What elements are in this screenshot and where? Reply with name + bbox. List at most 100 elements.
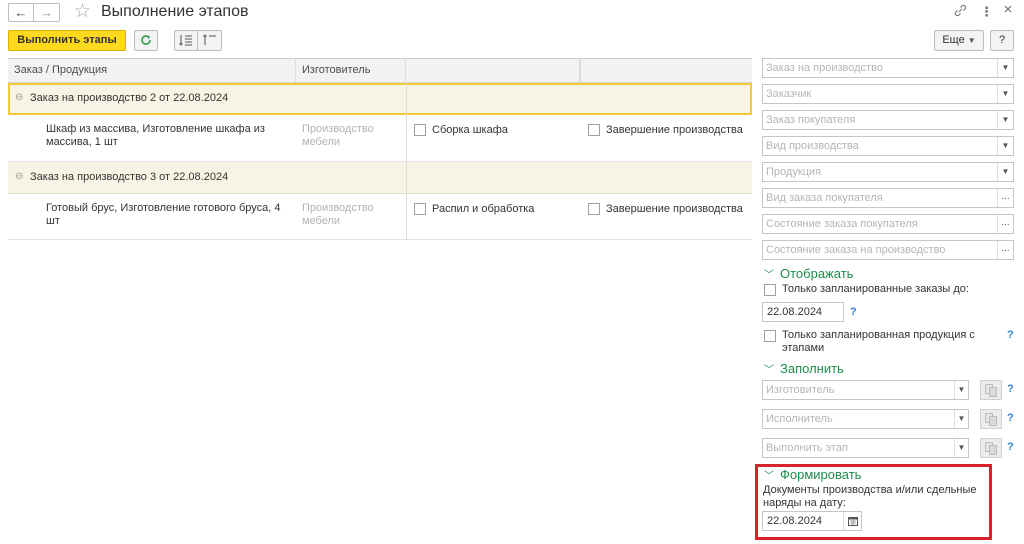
- product-cell: Готовый брус, Изготовление готового брус…: [46, 202, 281, 227]
- close-icon[interactable]: ×: [1002, 2, 1014, 18]
- only-planned-orders-checkbox[interactable]: [764, 284, 776, 296]
- title-bar: ← → ☆ Выполнение этапов ⋮ ×: [0, 0, 1024, 26]
- stage-label: Завершение производства: [606, 124, 743, 136]
- expand-list-icon: [179, 35, 192, 46]
- production-order-state-filter-placeholder: Состояние заказа на производство: [766, 244, 946, 256]
- fill-stage-field[interactable]: Выполнить этап ▼: [762, 438, 969, 458]
- only-planned-products-checkbox[interactable]: [764, 330, 776, 342]
- fill-executor-placeholder: Исполнитель: [766, 413, 833, 425]
- copy-icon-page: [989, 416, 997, 426]
- help-icon[interactable]: ?: [1007, 329, 1014, 341]
- stage-checkbox[interactable]: [414, 124, 426, 136]
- collapse-icon[interactable]: ⊖: [15, 171, 23, 182]
- stage-label: Завершение производства: [606, 203, 743, 215]
- fill-stage-button[interactable]: [980, 438, 1002, 458]
- product-filter-placeholder: Продукция: [766, 166, 822, 178]
- dropdown-arrow-icon[interactable]: ▼: [997, 85, 1013, 103]
- table-row[interactable]: Шкаф из массива, Изготовление шкафа из м…: [8, 115, 752, 162]
- customer-order-type-filter-placeholder: Вид заказа покупателя: [766, 192, 883, 204]
- ellipsis-icon[interactable]: ...: [997, 215, 1013, 233]
- highlight-frame: [755, 464, 992, 540]
- favorite-star-icon[interactable]: ☆: [74, 1, 91, 23]
- only-planned-products-option[interactable]: Только запланированная продукция с этапа…: [764, 329, 984, 355]
- expand-all-button[interactable]: [174, 30, 198, 51]
- stage-cell[interactable]: Сборка шкафа: [414, 124, 508, 136]
- customer-order-state-filter-placeholder: Состояние заказа покупателя: [766, 218, 918, 230]
- only-planned-orders-option[interactable]: Только запланированные заказы до:: [764, 283, 1016, 296]
- dropdown-arrow-icon: ▼: [967, 36, 976, 45]
- run-stages-button[interactable]: Выполнить этапы: [8, 30, 126, 51]
- product-filter[interactable]: Продукция ▼: [762, 162, 1014, 182]
- customer-order-filter[interactable]: Заказ покупателя ▼: [762, 110, 1014, 130]
- display-section-title: Отображать: [780, 266, 854, 281]
- customer-order-type-filter[interactable]: Вид заказа покупателя...: [762, 188, 1014, 208]
- customer-filter[interactable]: Заказчик ▼: [762, 84, 1014, 104]
- order-filter[interactable]: Заказ на производство ▼: [762, 58, 1014, 78]
- stage-checkbox[interactable]: [414, 203, 426, 215]
- dropdown-arrow-icon[interactable]: ▼: [997, 137, 1013, 155]
- collapse-list-icon: [202, 34, 216, 45]
- help-icon[interactable]: ?: [1007, 412, 1014, 424]
- page-title: Выполнение этапов: [101, 3, 249, 20]
- stage-label: Распил и обработка: [432, 203, 535, 215]
- display-section-header[interactable]: ﹀ Отображать: [764, 266, 853, 281]
- product-cell: Шкаф из массива, Изготовление шкафа из м…: [46, 123, 265, 148]
- column-header-stage-1[interactable]: [406, 59, 580, 83]
- customer-filter-placeholder: Заказчик: [766, 88, 812, 100]
- refresh-button[interactable]: [134, 30, 158, 51]
- chain-link-icon: [954, 4, 966, 17]
- fill-maker-placeholder: Изготовитель: [766, 384, 835, 396]
- chevron-down-icon: ﹀: [764, 270, 774, 281]
- dropdown-arrow-icon[interactable]: ▼: [954, 410, 968, 428]
- production-type-filter[interactable]: Вид производства ▼: [762, 136, 1014, 156]
- help-icon[interactable]: ?: [1007, 383, 1014, 395]
- ellipsis-icon[interactable]: ...: [997, 189, 1013, 207]
- dropdown-arrow-icon[interactable]: ▼: [954, 439, 968, 457]
- dropdown-arrow-icon[interactable]: ▼: [997, 163, 1013, 181]
- more-button[interactable]: Еще ▼: [934, 30, 984, 51]
- customer-order-state-filter[interactable]: Состояние заказа покупателя...: [762, 214, 1014, 234]
- stage-cell[interactable]: Завершение производства: [588, 124, 743, 136]
- production-order-state-filter[interactable]: Состояние заказа на производство...: [762, 240, 1014, 260]
- group-title: Заказ на производство 3 от 22.08.2024: [30, 171, 229, 183]
- customer-order-filter-placeholder: Заказ покупателя: [766, 114, 856, 126]
- fill-maker-field[interactable]: Изготовитель ▼: [762, 380, 969, 400]
- dropdown-arrow-icon[interactable]: ▼: [954, 381, 968, 399]
- group-row[interactable]: ⊖ Заказ на производство 2 от 22.08.2024: [8, 83, 752, 115]
- link-icon[interactable]: [952, 4, 968, 21]
- fill-executor-button[interactable]: [980, 409, 1002, 429]
- stage-cell[interactable]: Распил и обработка: [414, 203, 534, 215]
- stage-cell[interactable]: Завершение производства: [588, 203, 743, 215]
- table-header: Заказ / Продукция Изготовитель: [8, 59, 752, 83]
- help-button[interactable]: ?: [990, 30, 1014, 51]
- dropdown-arrow-icon[interactable]: ▼: [997, 59, 1013, 77]
- fill-section-header[interactable]: ﹀ Заполнить: [764, 361, 844, 376]
- planned-date-field[interactable]: 22.08.2024: [762, 302, 844, 322]
- stage-checkbox[interactable]: [588, 203, 600, 215]
- only-planned-products-label: Только запланированная продукция с этапа…: [782, 329, 975, 354]
- arrow-left-icon: ←: [14, 5, 28, 20]
- copy-icon-page: [989, 387, 997, 397]
- table-row[interactable]: Готовый брус, Изготовление готового брус…: [8, 194, 752, 240]
- forward-button[interactable]: →: [34, 3, 60, 22]
- dropdown-arrow-icon[interactable]: ▼: [997, 111, 1013, 129]
- collapse-icon[interactable]: ⊖: [15, 92, 23, 103]
- column-header-maker[interactable]: Изготовитель: [296, 59, 406, 83]
- column-header-stage-2[interactable]: [580, 59, 752, 83]
- group-row[interactable]: ⊖ Заказ на производство 3 от 22.08.2024: [8, 162, 752, 194]
- column-divider: [580, 59, 581, 83]
- ellipsis-icon[interactable]: ...: [997, 241, 1013, 259]
- column-header-order-product[interactable]: Заказ / Продукция: [8, 59, 296, 83]
- help-icon[interactable]: ?: [1007, 441, 1014, 453]
- chevron-down-icon: ﹀: [764, 365, 774, 376]
- refresh-icon: [141, 35, 151, 45]
- help-icon[interactable]: ?: [850, 306, 857, 318]
- copy-icon-page: [989, 445, 997, 455]
- collapse-all-button[interactable]: [198, 30, 222, 51]
- back-button[interactable]: ←: [8, 3, 34, 22]
- more-menu-icon[interactable]: ⋮: [980, 4, 993, 20]
- fill-maker-button[interactable]: [980, 380, 1002, 400]
- fill-executor-field[interactable]: Исполнитель ▼: [762, 409, 969, 429]
- stage-checkbox[interactable]: [588, 124, 600, 136]
- production-type-filter-placeholder: Вид производства: [766, 140, 859, 152]
